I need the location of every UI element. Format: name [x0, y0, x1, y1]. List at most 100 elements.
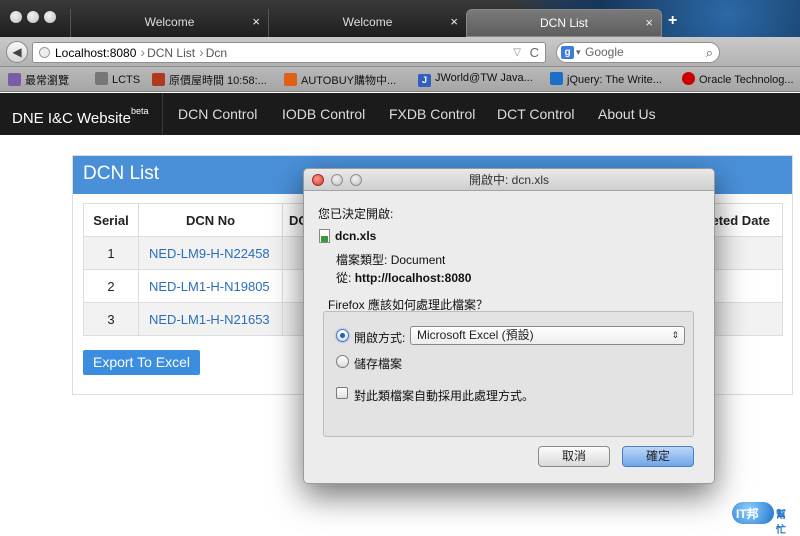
dialog-close-button[interactable]: [312, 174, 324, 186]
bookmark-jquery[interactable]: jQuery: The Write...: [550, 72, 662, 86]
watermark-text-2: 幫忙: [776, 510, 786, 536]
dcn-link[interactable]: NED-LM9-H-N22458: [138, 236, 283, 270]
navigation-toolbar: ◀ Localhost:8080DCN ListDcn ▽ C g ▾ Goog…: [0, 37, 800, 67]
url-breadcrumb: Localhost:8080DCN ListDcn: [55, 43, 231, 63]
url-crumb-dcn-list[interactable]: DCN List: [140, 43, 199, 63]
dcn-link[interactable]: NED-LM1-H-N21653: [138, 302, 283, 336]
nav-fxdb-control[interactable]: FXDB Control: [389, 93, 475, 135]
tab-close-icon[interactable]: ×: [450, 9, 458, 35]
tab-close-icon[interactable]: ×: [645, 10, 653, 36]
bookmark-label: AUTOBUY購物中...: [301, 75, 397, 87]
ok-button[interactable]: 確定: [622, 446, 694, 467]
dialog-minimize-button[interactable]: [331, 174, 343, 186]
bookmark-most-visited[interactable]: 最常瀏覽: [8, 72, 69, 88]
cancel-button[interactable]: 取消: [538, 446, 610, 467]
dialog-title: 開啟中: dcn.xls: [468, 173, 550, 187]
file-source-value: http://localhost:8080: [354, 271, 472, 285]
column-header-dcn-no[interactable]: DCN No: [138, 203, 283, 237]
save-file-label[interactable]: 儲存檔案: [354, 355, 402, 372]
search-placeholder: Google: [585, 45, 624, 59]
export-to-excel-button[interactable]: Export To Excel: [83, 350, 200, 375]
jquery-icon: [550, 72, 563, 85]
folder-icon: [8, 73, 21, 86]
site-identity-icon[interactable]: [39, 47, 50, 58]
tab-label: Welcome: [342, 15, 393, 29]
xls-file-icon: [319, 229, 330, 243]
engine-dropdown-icon[interactable]: ▾: [576, 43, 581, 62]
app-select-value: Microsoft Excel (預設): [417, 328, 534, 342]
file-type-label: 檔案類型:: [336, 253, 388, 267]
open-with-radio[interactable]: [336, 329, 349, 342]
url-crumb-host[interactable]: Localhost:8080: [55, 44, 140, 63]
url-crumb-dcn[interactable]: Dcn: [199, 43, 231, 63]
file-type-row: 檔案類型: Document: [336, 251, 445, 268]
nav-dct-control[interactable]: DCT Control: [497, 93, 575, 135]
remember-choice-checkbox[interactable]: [336, 387, 348, 399]
new-tab-button[interactable]: +: [668, 12, 677, 30]
shop-icon: [152, 73, 165, 86]
bookmark-label: 原價屋時間 10:58:...: [169, 75, 267, 87]
nav-about-us[interactable]: About Us: [598, 93, 656, 135]
grid-icon: [95, 72, 108, 85]
bookmark-label: jQuery: The Write...: [567, 74, 662, 86]
ithome-watermark-logo: IT邦 幫忙: [730, 498, 794, 536]
open-with-app-select[interactable]: Microsoft Excel (預設) ⇕: [410, 326, 685, 345]
bookmark-lcts[interactable]: LCTS: [95, 72, 140, 86]
brand-text: DNE I&C Website: [12, 110, 131, 127]
dialog-heading: 您已決定開啟:: [318, 207, 394, 221]
window-titlebar: Welcome × Welcome × DCN List × +: [0, 0, 800, 37]
nav-iodb-control[interactable]: IODB Control: [282, 93, 365, 135]
open-file-dialog: 開啟中: dcn.xls 您已決定開啟: dcn.xls 檔案類型: Docum…: [303, 168, 715, 484]
handling-options-box: 開啟方式: Microsoft Excel (預設) ⇕ 儲存檔案 對此類檔案自…: [323, 311, 694, 437]
save-file-radio[interactable]: [336, 355, 349, 368]
window-minimize-button[interactable]: [27, 11, 39, 23]
dcn-link[interactable]: NED-LM1-H-N19805: [138, 269, 283, 303]
url-bar[interactable]: Localhost:8080DCN ListDcn ▽ C: [32, 42, 546, 63]
column-header-serial[interactable]: Serial: [83, 203, 139, 237]
remember-choice-label[interactable]: 對此類檔案自動採用此處理方式。: [354, 387, 534, 404]
tab-label: Welcome: [144, 15, 195, 29]
dialog-titlebar[interactable]: 開啟中: dcn.xls: [304, 169, 714, 191]
bookmark-oracle[interactable]: Oracle Technolog...: [682, 72, 794, 86]
oracle-icon: [682, 72, 695, 85]
bookmark-label: JWorld@TW Java...: [435, 72, 533, 84]
panel-title: DCN List: [83, 163, 160, 184]
bookmark-coolpc[interactable]: 原價屋時間 10:58:...: [152, 72, 267, 88]
open-with-label[interactable]: 開啟方式:: [354, 329, 405, 346]
tab-welcome-1[interactable]: Welcome ×: [70, 9, 268, 37]
tab-dcn-list[interactable]: DCN List ×: [466, 9, 662, 37]
bookmark-label: Oracle Technolog...: [699, 74, 794, 86]
window-close-button[interactable]: [10, 11, 22, 23]
nav-divider: [162, 93, 163, 135]
tab-welcome-2[interactable]: Welcome ×: [268, 9, 466, 37]
dialog-zoom-button[interactable]: [350, 174, 362, 186]
autobuy-icon: [284, 73, 297, 86]
reload-icon[interactable]: C: [530, 43, 539, 62]
search-icon[interactable]: ⌕: [706, 43, 713, 62]
back-button[interactable]: ◀: [6, 41, 28, 63]
tab-close-icon[interactable]: ×: [252, 9, 260, 35]
google-engine-icon[interactable]: g: [561, 46, 574, 59]
tab-label: DCN List: [539, 16, 588, 30]
bookmark-label: 最常瀏覽: [25, 75, 69, 87]
cell-serial: 1: [83, 236, 139, 270]
site-brand[interactable]: DNE I&C Websitebeta: [12, 93, 148, 135]
window-zoom-button[interactable]: [44, 11, 56, 23]
site-navbar: DNE I&C Websitebeta DCN Control IODB Con…: [0, 93, 800, 135]
watermark-text-1: IT邦: [736, 507, 759, 521]
bookmarks-toolbar: 最常瀏覽 LCTS 原價屋時間 10:58:... AUTOBUY購物中... …: [0, 67, 800, 92]
cell-serial: 3: [83, 302, 139, 336]
search-input[interactable]: g ▾ Google ⌕: [556, 42, 720, 63]
cell-serial: 2: [83, 269, 139, 303]
bookmark-jworld[interactable]: J JWorld@TW Java...: [418, 72, 533, 87]
bookmark-autobuy[interactable]: AUTOBUY購物中...: [284, 72, 396, 88]
url-dropdown-icon[interactable]: ▽: [513, 43, 521, 62]
file-source-row: 從: http://localhost:8080: [336, 269, 471, 286]
file-type-value: Document: [390, 253, 446, 267]
bookmark-label: LCTS: [112, 74, 141, 86]
file-source-label: 從:: [336, 271, 352, 285]
nav-dcn-control[interactable]: DCN Control: [178, 93, 257, 135]
j-icon: J: [418, 74, 431, 87]
dialog-filename: dcn.xls: [335, 229, 377, 243]
select-arrows-icon: ⇕: [671, 330, 679, 340]
